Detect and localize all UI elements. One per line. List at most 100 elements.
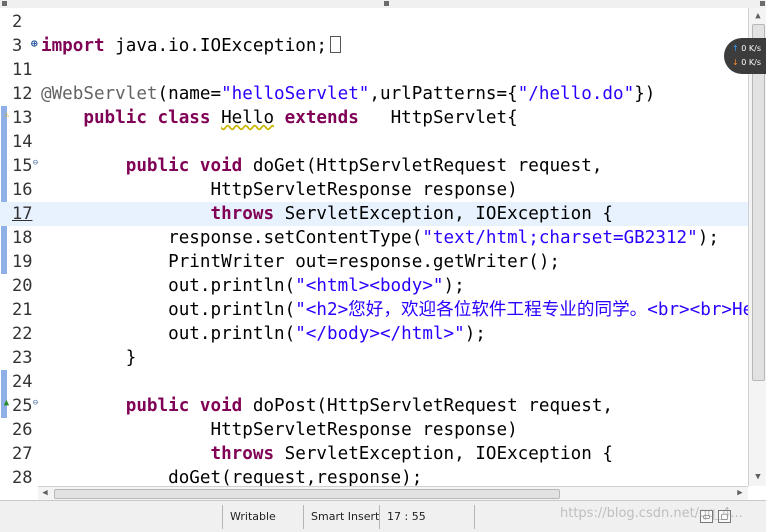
- code-editor[interactable]: 2 3 ⊕ import java.io.IOException; 11 12 @WebSe…: [0, 8, 748, 486]
- upload-speed-value: 0 K/s: [741, 44, 761, 53]
- code-token: "</body></html>": [295, 324, 465, 344]
- line-number: 18: [12, 228, 33, 248]
- status-separator: [379, 505, 380, 529]
- horizontal-scroll-thumb[interactable]: [54, 489, 560, 499]
- code-token: void: [199, 156, 243, 176]
- vertical-scroll-thumb[interactable]: [752, 24, 765, 381]
- code-line[interactable]: 26 HttpServletResponse response): [0, 418, 748, 442]
- code-line[interactable]: 25 ⊖ ▲ public void doPost(HttpServletReque…: [0, 394, 748, 418]
- code-token: ,urlPatterns={: [369, 84, 518, 104]
- scroll-left-arrow-icon[interactable]: ◀: [39, 487, 51, 500]
- scroll-up-arrow-icon[interactable]: ▲: [753, 11, 763, 21]
- code-token: (name=: [157, 84, 222, 104]
- line-number: 27: [12, 444, 33, 464]
- code-line[interactable]: 14: [0, 130, 748, 154]
- code-token: @WebServlet: [41, 84, 158, 104]
- code-token: "/hello.do": [517, 84, 635, 104]
- collapse-fold-icon[interactable]: ⊖: [31, 399, 40, 408]
- code-line[interactable]: 19 PrintWriter out=response.getWriter();: [0, 250, 748, 274]
- code-text: doGet(request,response);: [41, 466, 422, 486]
- code-token: doGet(HttpServletRequest request,: [242, 156, 603, 176]
- code-line[interactable]: 17 throws ServletException, IOException …: [0, 202, 748, 226]
- code-token: "<h2>您好，欢迎各位软件工程专业的同学。<br><br>Hello，yo: [295, 300, 748, 320]
- code-token: );: [443, 276, 465, 296]
- code-line[interactable]: 15 ⊖ public void doGet(HttpServletRequest…: [0, 154, 748, 178]
- corner-handle-center: [384, 1, 389, 6]
- code-token: public: [83, 108, 147, 128]
- line-number: 14: [12, 132, 33, 152]
- vertical-scrollbar[interactable]: ▲ ▼: [748, 8, 766, 486]
- upload-speed: ↑ 0 K/s: [732, 43, 761, 55]
- code-text: import java.io.IOException;: [41, 34, 342, 58]
- code-token: PrintWriter out=response.getWriter();: [41, 252, 561, 272]
- code-line[interactable]: 28 doGet(request,response);: [0, 466, 748, 486]
- code-token: }: [41, 348, 137, 368]
- code-line[interactable]: 21 out.println("<h2>您好，欢迎各位软件工程专业的同学。<br…: [0, 298, 748, 322]
- code-line[interactable]: 16 HttpServletResponse response): [0, 178, 748, 202]
- code-line[interactable]: 11: [0, 58, 748, 82]
- code-token: class: [157, 108, 211, 128]
- code-line[interactable]: 3 ⊕ import java.io.IOException;: [0, 34, 748, 58]
- code-text: out.println("</body></html>");: [41, 322, 486, 346]
- code-token: HttpServletResponse response): [41, 420, 518, 440]
- line-number: 26: [12, 420, 33, 440]
- line-number: 12: [12, 84, 33, 104]
- code-token: }): [634, 84, 656, 104]
- code-text: HttpServletResponse response): [41, 418, 518, 442]
- code-text: public void doGet(HttpServletRequest req…: [41, 154, 603, 178]
- code-line[interactable]: 13 ⚠ public class Hello extends HttpServl…: [0, 106, 748, 130]
- code-token: Hello: [221, 108, 275, 128]
- code-token: doGet(request,response);: [41, 468, 423, 486]
- code-text: @WebServlet(name="helloServlet",urlPatte…: [41, 82, 655, 106]
- code-token: import: [41, 36, 105, 56]
- code-token: ServletException, IOException {: [274, 444, 614, 464]
- warning-icon[interactable]: ⚠: [2, 111, 11, 120]
- line-number: 21: [12, 300, 33, 320]
- code-text: out.println("<h2>您好，欢迎各位软件工程专业的同学。<br><b…: [41, 298, 748, 322]
- code-line[interactable]: 20 out.println("<html><body>");: [0, 274, 748, 298]
- code-line[interactable]: 27 throws ServletException, IOException …: [0, 442, 748, 466]
- code-line[interactable]: 12 @WebServlet(name="helloServlet",urlPat…: [0, 82, 748, 106]
- line-number: 20: [12, 276, 33, 296]
- code-line[interactable]: 23 }: [0, 346, 748, 370]
- code-token: java.io.IOException;: [104, 36, 328, 56]
- code-token: HttpServlet{: [358, 108, 518, 128]
- scroll-down-arrow-icon[interactable]: ▼: [753, 472, 763, 482]
- line-number: 11: [12, 60, 33, 80]
- code-token: );: [697, 228, 719, 248]
- code-line[interactable]: 2: [0, 10, 748, 34]
- folded-block-indicator-icon[interactable]: [330, 36, 342, 53]
- line-number: 22: [12, 324, 33, 344]
- code-line[interactable]: 18 response.setContentType("text/html;ch…: [0, 226, 748, 250]
- line-number: 16: [12, 180, 33, 200]
- code-text: throws ServletException, IOException {: [41, 202, 613, 226]
- status-insert-mode[interactable]: Smart Insert: [311, 510, 379, 523]
- collapse-fold-icon[interactable]: ⊖: [31, 159, 40, 168]
- horizontal-scrollbar[interactable]: ◀ ▶: [38, 486, 748, 500]
- code-token: "helloServlet": [221, 84, 370, 104]
- code-text: public void doPost(HttpServletRequest re…: [41, 394, 613, 418]
- line-number: 13: [12, 108, 33, 128]
- code-line[interactable]: 24: [0, 370, 748, 394]
- code-text: out.println("<html><body>");: [41, 274, 465, 298]
- network-speed-widget[interactable]: ↑ 0 K/s ↓ 0 K/s: [724, 38, 766, 74]
- download-speed-value: 0 K/s: [741, 58, 761, 67]
- code-line[interactable]: 22 out.println("</body></html>");: [0, 322, 748, 346]
- code-token: public: [125, 156, 190, 176]
- download-speed: ↓ 0 K/s: [732, 57, 761, 69]
- expand-fold-icon[interactable]: ⊕: [31, 38, 40, 49]
- code-token: response.setContentType(: [41, 228, 423, 248]
- scroll-right-arrow-icon[interactable]: ▶: [734, 487, 746, 500]
- status-separator: [222, 505, 223, 529]
- code-text: throws ServletException, IOException {: [41, 442, 613, 466]
- line-number: 19: [12, 252, 33, 272]
- code-text: response.setContentType("text/html;chars…: [41, 226, 719, 250]
